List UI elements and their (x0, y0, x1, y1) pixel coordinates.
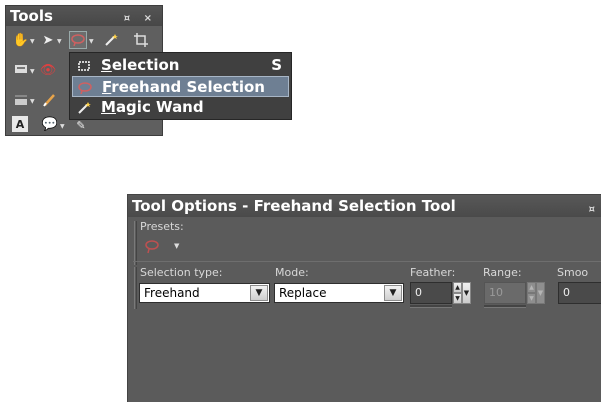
tools-window-buttons[interactable]: ¤ × (124, 9, 157, 29)
preset-shape-icon[interactable]: 💬 (41, 115, 59, 133)
smoothing-value[interactable]: 0 (558, 282, 601, 304)
magic-wand-icon (77, 101, 91, 115)
spin-down-icon[interactable]: ▼ (453, 293, 462, 304)
preset-lasso-icon[interactable] (144, 239, 160, 254)
chevron-down-icon[interactable]: ▼ (30, 98, 35, 105)
presets-label: Presets: (140, 220, 184, 233)
chevron-down-icon[interactable]: ▼ (30, 68, 35, 75)
chevron-down-icon[interactable]: ▼ (462, 282, 471, 304)
smoothing-spinner[interactable]: 0 (558, 282, 601, 304)
menu-item-label: Freehand Selection (102, 78, 265, 96)
chevron-down-icon[interactable]: ▼ (30, 38, 35, 45)
menu-item-freehand-selection[interactable]: Freehand Selection (72, 76, 289, 97)
freehand-lasso-icon (78, 81, 92, 95)
mode-value: Replace (279, 286, 327, 300)
tools-title: Tools (10, 7, 53, 25)
spin-up-icon[interactable]: ▲ (527, 282, 536, 293)
fill-icon[interactable] (12, 91, 30, 109)
tool-options-palette: Tool Options - Freehand Selection Tool ¤… (127, 194, 601, 402)
mode-select[interactable]: Replace ▼ (274, 283, 404, 303)
selection-type-value: Freehand (144, 286, 200, 300)
range-spinner[interactable]: 10 ▲ ▼ ▼ (484, 282, 550, 304)
range-value[interactable]: 10 (484, 282, 526, 304)
tool-options-title: Tool Options - Freehand Selection Tool (132, 197, 456, 215)
feather-label: Feather: (410, 266, 456, 279)
chevron-down-icon[interactable]: ▼ (60, 123, 65, 130)
text-icon[interactable]: A (12, 116, 28, 132)
screen-icon[interactable] (12, 61, 30, 79)
mode-label: Mode: (275, 266, 309, 279)
selection-tools-flyout: Selection S Freehand Selection Magic Wan… (69, 52, 292, 120)
options-divider (133, 261, 601, 262)
selection-type-label: Selection type: (140, 266, 223, 279)
red-eye-icon[interactable]: 👁 (39, 61, 57, 79)
magic-wand-icon[interactable] (102, 31, 120, 49)
range-label: Range: (483, 266, 522, 279)
menu-item-label: Selection (101, 56, 180, 74)
tools-title-bar[interactable]: Tools ¤ × (6, 6, 162, 26)
chevron-down-icon[interactable]: ▼ (174, 242, 179, 250)
freehand-lasso-icon[interactable] (69, 31, 87, 49)
crop-icon[interactable] (132, 31, 150, 49)
menu-item-label: Magic Wand (101, 98, 204, 116)
selection-type-select[interactable]: Freehand ▼ (139, 283, 270, 303)
pick-arrow-icon[interactable]: ➤ (39, 31, 57, 49)
tool-options-title-bar[interactable]: Tool Options - Freehand Selection Tool ¤ (128, 195, 601, 217)
toolbar-grip[interactable] (134, 267, 137, 309)
spin-up-icon[interactable]: ▲ (453, 282, 462, 293)
range-slider[interactable] (484, 305, 526, 308)
chevron-down-icon[interactable]: ▼ (89, 38, 94, 45)
rectangle-selection-icon (77, 59, 91, 73)
feather-spinner[interactable]: 0 ▲ ▼ ▼ (410, 282, 476, 304)
chevron-down-icon[interactable]: ▼ (250, 285, 268, 301)
menu-item-selection[interactable]: Selection S (72, 55, 289, 76)
range-spin-buttons[interactable]: ▲ ▼ ▼ (527, 282, 545, 304)
chevron-down-icon[interactable]: ▼ (384, 285, 402, 301)
chevron-down-icon[interactable]: ▼ (536, 282, 545, 304)
toolbar-grip[interactable] (134, 221, 137, 265)
brush-icon[interactable] (41, 91, 59, 109)
smoothing-label: Smoo (557, 266, 589, 279)
menu-item-magic-wand[interactable]: Magic Wand (72, 97, 289, 118)
menu-item-shortcut: S (271, 56, 282, 74)
feather-slider[interactable] (410, 305, 452, 308)
feather-spin-buttons[interactable]: ▲ ▼ ▼ (453, 282, 471, 304)
spin-down-icon[interactable]: ▼ (527, 293, 536, 304)
feather-value[interactable]: 0 (410, 282, 452, 304)
pin-icon[interactable]: ¤ (589, 199, 595, 221)
pan-hand-icon[interactable]: ✋ (12, 31, 30, 49)
chevron-down-icon[interactable]: ▼ (57, 38, 62, 45)
